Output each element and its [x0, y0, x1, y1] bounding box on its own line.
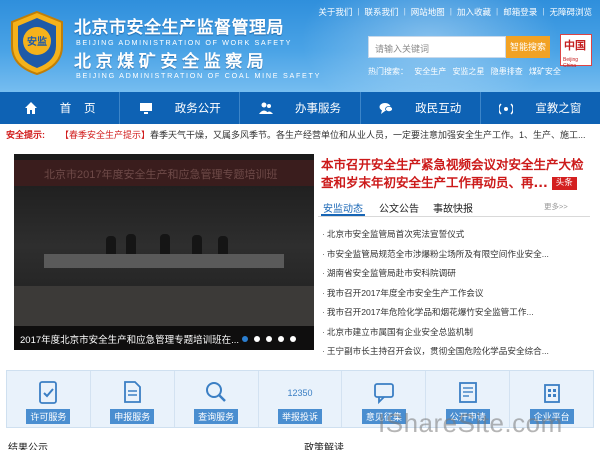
headline-text: 本市召开安全生产紧急视频会议对安全生产大检查和岁末年初安全生产工作再动员、再..… — [321, 157, 584, 190]
hot-term[interactable]: 隐患排查 — [491, 67, 523, 76]
hot-search-label: 热门搜索： — [368, 67, 408, 76]
nav-home[interactable]: 首 页 — [0, 92, 121, 124]
nav-services[interactable]: 办事服务 — [240, 92, 361, 124]
slide-dot[interactable] — [254, 336, 260, 342]
main-nav: 首 页 政务公开 办事服务 政民互动 宣教之窗 — [0, 92, 600, 124]
top-link-contact[interactable]: 联系我们 — [365, 6, 399, 18]
top-link-accessibility[interactable]: 无障碍浏览 — [549, 6, 592, 18]
broadcast-icon — [499, 103, 514, 115]
news-item[interactable]: · 北京市建立市属国有企业安全总监机制 — [322, 326, 590, 346]
top-link-mail[interactable]: 邮箱登录 — [503, 6, 537, 18]
photo-slideshow[interactable]: 北京市2017年度安全生产和应急管理专题培训班 2017年度北京市安全生产和应急… — [14, 154, 314, 350]
active-tab-indicator — [321, 214, 365, 216]
site-title-cn: 北京市安全生产监督管理局 — [74, 18, 284, 38]
feedback-icon — [373, 383, 394, 405]
slide-dots — [242, 336, 302, 342]
tab-dynamics[interactable]: 安监动态 — [323, 200, 363, 215]
news-item[interactable]: · 我市召开2017年危险化学品和烟花爆竹安全监管工作... — [322, 306, 590, 326]
watermark: IShareSite.com — [378, 408, 563, 438]
home-icon — [24, 102, 37, 114]
slide-dot[interactable] — [278, 336, 284, 342]
news-item[interactable]: · 北京市安全监管局首次宪法宣誓仪式 — [322, 228, 590, 248]
nav-label: 宣教之窗 — [535, 103, 582, 115]
slide-table — [44, 254, 284, 268]
news-item[interactable]: · 王宁副市长主持召开会议，贯彻全国危险化学品安全综合... — [322, 345, 590, 365]
nav-interaction[interactable]: 政民互动 — [361, 92, 481, 124]
hot-term[interactable]: 煤矿安全 — [529, 67, 561, 76]
notice-tag: 【春季安全生产提示】 — [60, 130, 151, 140]
slide-figure — [126, 234, 136, 254]
service-label: 举报投诉 — [278, 409, 323, 424]
policy-heading[interactable]: 政策解读 — [304, 439, 344, 450]
nav-label: 首 页 — [59, 103, 96, 115]
monitor-icon — [139, 103, 152, 114]
stamp-text: 中国 — [564, 39, 586, 52]
nav-label: 办事服务 — [295, 103, 341, 115]
slide-caption[interactable]: 2017年度北京市安全生产和应急管理专题培训班在... — [20, 332, 239, 346]
nav-education[interactable]: 宣教之窗 — [481, 92, 600, 124]
clipboard-check-icon — [39, 381, 58, 404]
slide-figure — [218, 236, 228, 256]
document-icon — [124, 381, 142, 403]
slide-figure — [192, 235, 202, 255]
stamp-subtext: Beijing China — [563, 57, 579, 69]
news-list: · 北京市安全监管局首次宪法宣誓仪式 · 市安全监管局规范全市涉爆粉尘场所及有限空间… — [322, 228, 590, 365]
safety-notice: 安全提示: 【春季安全生产提示】春季天气干燥，又属多风季节。各生产经营单位和从业… — [0, 127, 600, 143]
slide-banner-text: 北京市2017年度安全生产和应急管理专题培训班 — [44, 169, 278, 181]
nav-gov-affairs[interactable]: 政务公开 — [120, 92, 241, 124]
headline-badge: 头条 — [551, 177, 577, 190]
building-icon — [543, 384, 560, 403]
slide-dot[interactable] — [266, 336, 272, 342]
notice-label: 安全提示: — [6, 130, 45, 140]
service-license[interactable]: 许可服务 — [7, 371, 91, 427]
search-input[interactable]: 请输入关键词 — [368, 36, 506, 58]
notice-text[interactable]: 【春季安全生产提示】春季天气干燥，又属多风季节。各生产经营单位和从业人员，一定要… — [60, 128, 586, 141]
more-link[interactable]: 更多>> — [544, 201, 568, 212]
chat-icon — [379, 103, 394, 114]
tab-accident-report[interactable]: 事故快报 — [433, 200, 473, 215]
site-header: 安监 北京市安全生产监督管理局 BEIJING ADMINISTRATION O… — [0, 0, 600, 92]
hot-search: 热门搜索： 安全生产 安监之星 隐患排查 煤矿安全 — [368, 66, 565, 77]
news-item[interactable]: · 我市召开2017年度全市安全生产工作会议 — [322, 287, 590, 307]
top-link-about[interactable]: 关于我们 — [318, 6, 352, 18]
top-link-favorite[interactable]: 加入收藏 — [457, 6, 491, 18]
china-stamp-logo: 中国 Beijing China — [560, 34, 592, 69]
top-link-sitemap[interactable]: 网站地图 — [411, 6, 445, 18]
slide-dot[interactable] — [290, 336, 296, 342]
emblem-icon[interactable]: 安监 — [8, 10, 66, 76]
nav-label: 政务公开 — [174, 103, 221, 115]
search-button[interactable]: 智能搜索 — [506, 36, 550, 58]
form-icon — [458, 382, 477, 403]
svg-text:12350: 12350 — [287, 388, 312, 398]
magnifier-icon — [206, 382, 227, 402]
service-label: 查询服务 — [194, 409, 239, 424]
service-query[interactable]: 查询服务 — [175, 371, 259, 427]
hot-term[interactable]: 安监之星 — [452, 67, 484, 76]
headline-news[interactable]: 本市召开安全生产紧急视频会议对安全生产大检查和岁末年初安全生产工作再动员、再..… — [321, 156, 589, 192]
slide-dot[interactable] — [242, 336, 248, 342]
service-declaration[interactable]: 申报服务 — [91, 371, 175, 427]
hotline-12350-icon: 12350 — [287, 388, 312, 398]
people-icon — [259, 102, 273, 114]
site-subtitle-en: BEIJING ADMINISTRATION OF COAL MINE SAFE… — [76, 71, 322, 80]
news-item[interactable]: · 湖南省安全监管局赴市安科院调研 — [322, 267, 590, 287]
results-heading[interactable]: 结果公示 — [8, 439, 48, 450]
news-item[interactable]: · 市安全监管局规范全市涉爆粉尘场所及有限空间作业安全... — [322, 248, 590, 268]
tab-announcements[interactable]: 公文公告 — [379, 200, 419, 215]
notice-body: 春季天气干燥，又属多风季节。各生产经营单位和从业人员，一定要注意加强安全生产工作… — [150, 130, 586, 140]
top-links: 关于我们 | 联系我们 | 网站地图 | 加入收藏 | 邮箱登录 | 无障碍浏览 — [318, 6, 592, 18]
slide-figure — [106, 236, 116, 256]
site-title-en: BEIJING ADMINISTRATION OF WORK SAFETY — [76, 38, 293, 47]
hot-term[interactable]: 安全生产 — [414, 67, 446, 76]
service-label: 申报服务 — [110, 409, 155, 424]
slide-figure — [160, 234, 170, 254]
service-label: 许可服务 — [26, 409, 71, 424]
service-report[interactable]: 12350 举报投诉 — [259, 371, 343, 427]
site-subtitle-cn: 北京煤矿安全监察局 — [74, 52, 269, 72]
nav-label: 政民互动 — [415, 103, 462, 115]
svg-text:安监: 安监 — [27, 35, 47, 48]
